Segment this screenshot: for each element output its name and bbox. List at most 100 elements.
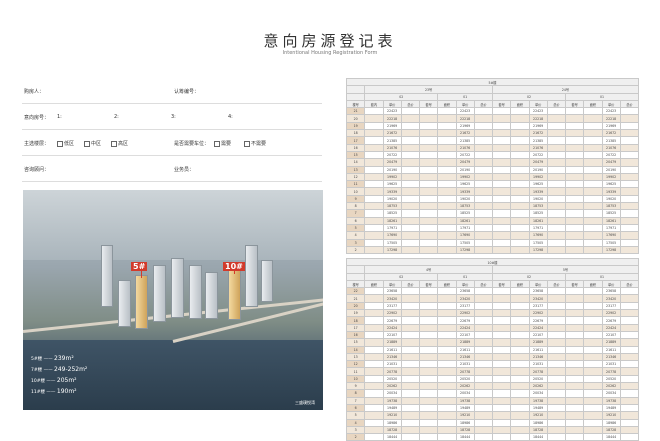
- area-mid-option[interactable]: 中区: [84, 140, 101, 147]
- table-cell: 12: [345, 172, 366, 182]
- table-cell: 11: [345, 180, 366, 189]
- table-cell: [583, 396, 603, 405]
- table-cell: [418, 433, 439, 441]
- table-cell: [510, 323, 530, 332]
- table-cell: [418, 330, 439, 340]
- table-cell: [546, 150, 567, 160]
- table-row: 20 23177 23177 23177 23177: [345, 301, 640, 311]
- table-cell: [400, 367, 421, 376]
- table-cell: 总价: [546, 99, 567, 109]
- table-cell: 20262: [528, 382, 548, 391]
- table-cell: 23420: [455, 294, 475, 303]
- table-header-row: 楼号 套内 单价 总价 套号 面积 单价 总价 套号 面积 单价 总价 套号 面积 单价 总价: [345, 99, 640, 109]
- table-cell: [546, 338, 567, 347]
- table-cell: 总价: [473, 279, 494, 289]
- table-cell: [583, 294, 603, 303]
- table-cell: 20034: [382, 389, 402, 398]
- table-cell: 21969: [455, 121, 475, 131]
- table-cell: 面积: [364, 279, 384, 289]
- building-10-tag: 10#: [223, 262, 245, 271]
- table-cell: [437, 411, 457, 420]
- table-cell: [364, 301, 384, 311]
- table-cell: [473, 360, 494, 369]
- price-table-10: 10#楼 4号 5号 02 01 02 01 楼号 面积 单价 总价 套号 面积 单价 总价 套号 面积 单价 总价…: [345, 257, 640, 441]
- table-cell: 18986: [455, 418, 475, 427]
- table-cell: 22218: [528, 114, 548, 123]
- table-cell: 16: [345, 330, 366, 340]
- table-cell: [619, 172, 640, 182]
- table-cell: 17505: [382, 238, 402, 247]
- table-cell: [473, 172, 494, 182]
- table-cell: 10: [345, 374, 366, 384]
- table-cell: [418, 209, 439, 218]
- table-cell: [619, 338, 640, 347]
- table-cell: [400, 165, 421, 174]
- checkbox-icon[interactable]: [84, 140, 90, 147]
- checkbox-icon[interactable]: [244, 140, 250, 147]
- table-cell: 套号: [418, 99, 439, 109]
- table-cell: 17971: [601, 223, 621, 233]
- table-cell: 19210: [601, 411, 621, 420]
- rank-num-4: 4:: [228, 114, 233, 120]
- table-cell: [619, 216, 640, 225]
- table-cell: [510, 172, 530, 182]
- parking-yes-option[interactable]: 需要: [214, 140, 231, 147]
- table-cell: 18261: [455, 216, 475, 225]
- table-cell: [418, 294, 439, 303]
- table-cell: [400, 209, 421, 218]
- table-cell: [418, 367, 439, 376]
- table-cell: [473, 316, 494, 325]
- table-cell: 23177: [455, 301, 475, 311]
- table-cell: [583, 158, 603, 167]
- table-cell: [491, 403, 512, 413]
- table-row: 21 23420 23420 23420 23420: [345, 294, 640, 303]
- table-cell: 18753: [455, 202, 475, 211]
- table-cell: [473, 180, 494, 189]
- table-row: 2 17298 17298 17298 17298: [345, 245, 640, 255]
- table-cell: [437, 121, 457, 131]
- table-cell: [546, 194, 567, 204]
- checkbox-icon[interactable]: [111, 140, 117, 147]
- table-cell: [473, 209, 494, 218]
- table-cell: 19339: [455, 187, 475, 196]
- table-cell: [564, 360, 585, 369]
- table-cell: 20520: [455, 374, 475, 384]
- table-cell: 18444: [601, 433, 621, 441]
- area-low-option[interactable]: 低区: [57, 140, 74, 147]
- table-cell: 22218: [382, 114, 402, 123]
- cert-no-label: 认筹编号：: [174, 89, 200, 95]
- table-cell: [583, 316, 603, 325]
- table-cell: 20722: [528, 150, 548, 160]
- area-high-option[interactable]: 高区: [111, 140, 128, 147]
- table-cell: 18728: [528, 425, 548, 435]
- table-cell: [546, 301, 567, 311]
- table-cell: [510, 231, 530, 240]
- table-cell: [364, 194, 384, 204]
- table-cell: [418, 309, 439, 318]
- table-cell: [619, 433, 640, 441]
- table-cell: [546, 360, 567, 369]
- table-cell: [473, 238, 494, 247]
- table-cell: [364, 150, 384, 160]
- table-cell: [546, 382, 567, 391]
- table-cell: [564, 418, 585, 427]
- table-cell: 21969: [382, 121, 402, 131]
- parking-no-option[interactable]: 不需要: [244, 140, 266, 147]
- checkbox-icon[interactable]: [57, 140, 63, 147]
- tower: [153, 265, 166, 322]
- table-cell: [546, 309, 567, 318]
- developer-logo: 三盛璞悦湾: [295, 400, 315, 405]
- table-cell: [345, 92, 366, 101]
- table-cell: 22424: [528, 323, 548, 332]
- table-cell: [491, 382, 512, 391]
- table-cell: [418, 352, 439, 362]
- table-cell: [473, 129, 494, 138]
- checkbox-icon[interactable]: [214, 140, 220, 147]
- table-cell: [364, 418, 384, 427]
- table-cell: [491, 338, 512, 347]
- table-cell: 20778: [382, 367, 402, 376]
- area-row: 主选楼层： 低区 中区 高区 是否需要车位： 需要 不需要: [22, 130, 322, 156]
- table-cell: [400, 323, 421, 332]
- table-cell: 20722: [601, 150, 621, 160]
- table-cell: [400, 425, 421, 435]
